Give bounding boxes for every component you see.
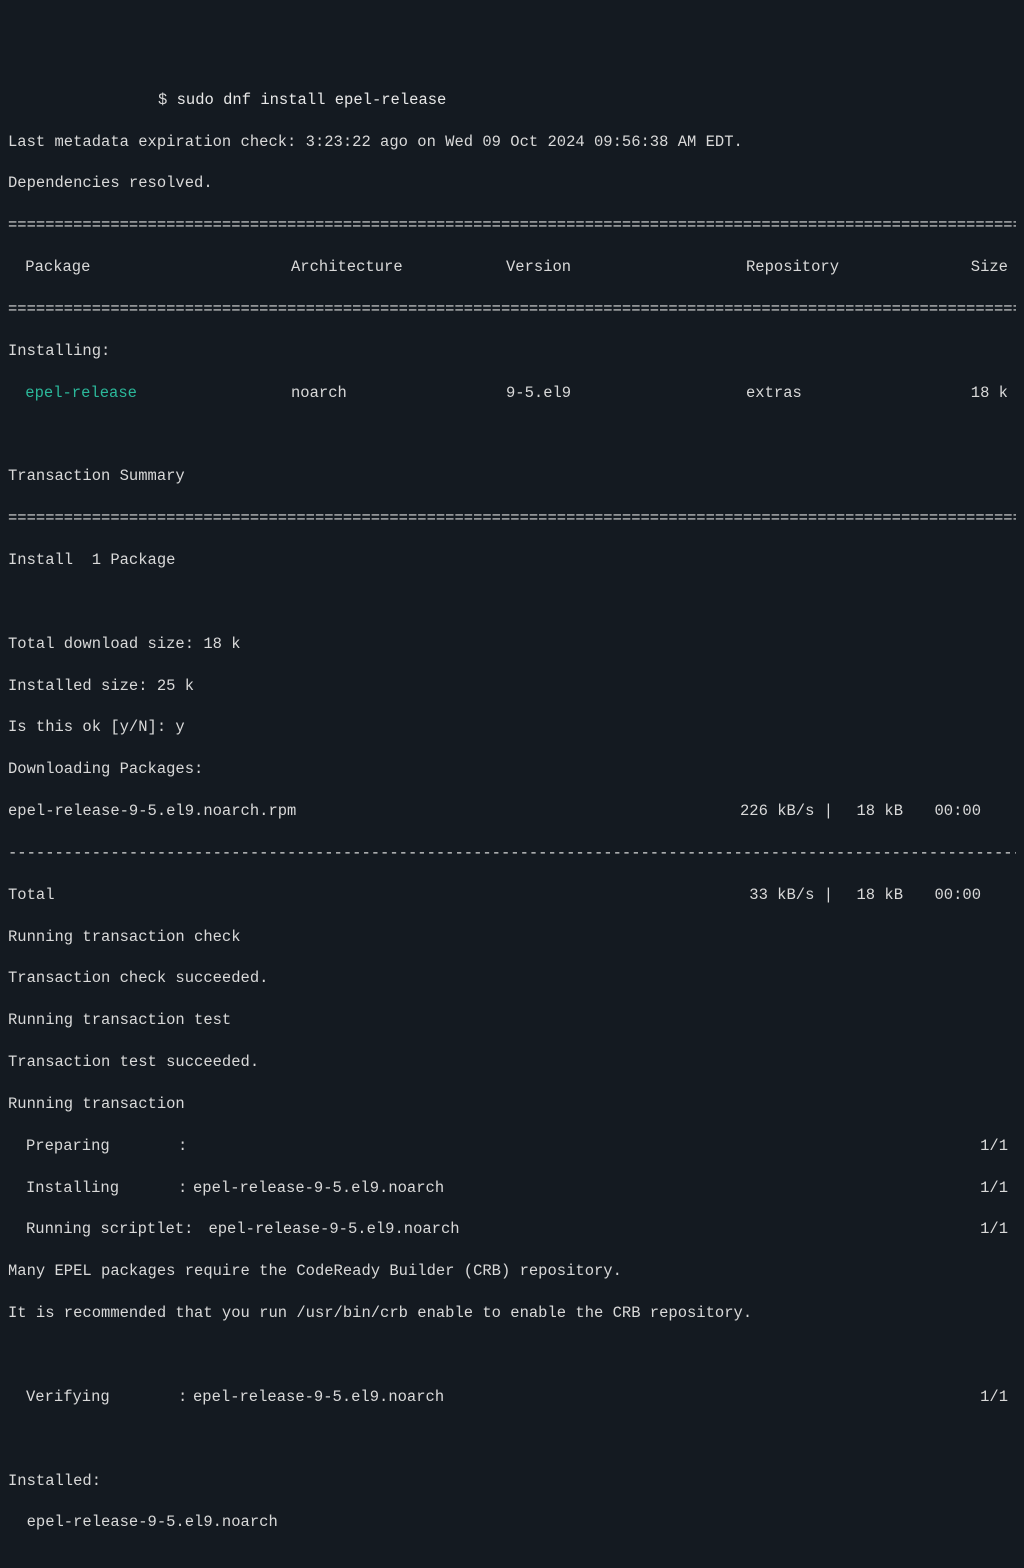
header-version: Version (506, 257, 746, 278)
step-count: 1/1 (976, 1219, 1016, 1240)
package-repo: extras (746, 383, 946, 404)
command-text: sudo dnf install epel-release (177, 91, 447, 109)
installed-pkg: epel-release-9-5.el9.noarch (8, 1512, 1016, 1533)
step-count: 1/1 (976, 1178, 1016, 1199)
header-arch: Architecture (291, 257, 506, 278)
rpm-size: 18 kB (833, 801, 903, 822)
step-count: 1/1 (976, 1387, 1016, 1408)
divider: ----------------------------------------… (8, 843, 1016, 864)
running-trans: Running transaction (8, 1094, 1016, 1115)
crb-msg-1: Many EPEL packages require the CodeReady… (8, 1261, 1016, 1282)
package-version: 9-5.el9 (506, 383, 746, 404)
total-size: 18 kB (833, 885, 903, 906)
blank-line (8, 1554, 1016, 1568)
header-repo: Repository (746, 257, 946, 278)
download-row: epel-release-9-5.el9.noarch.rpm 226 kB/s… (8, 801, 1016, 822)
step-verifying: Verifying : epel-release-9-5.el9.noarch … (8, 1387, 1016, 1408)
header-package: Package (16, 257, 291, 278)
prompt-symbol: $ (158, 91, 177, 109)
confirm-prompt: Is this ok [y/N]: y (8, 717, 1016, 738)
divider: ========================================… (8, 215, 1016, 236)
step-pkg: epel-release-9-5.el9.noarch (208, 1219, 976, 1240)
total-label: Total (8, 885, 728, 906)
step-pkg (193, 1136, 976, 1157)
step-label: Running scriptlet: (8, 1219, 193, 1240)
total-download-size: Total download size: 18 k (8, 634, 1016, 655)
blank-line (8, 1429, 1016, 1450)
installed-label: Installed: (8, 1471, 1016, 1492)
rpm-time: 00:00 (903, 801, 1016, 822)
step-colon: : (178, 1136, 193, 1157)
package-size: 18 k (946, 383, 1008, 404)
step-pkg: epel-release-9-5.el9.noarch (193, 1387, 976, 1408)
total-time: 00:00 (903, 885, 1016, 906)
package-arch: noarch (291, 383, 506, 404)
step-preparing: Preparing : 1/1 (8, 1136, 1016, 1157)
install-count: Install 1 Package (8, 550, 1016, 571)
step-label: Preparing (8, 1136, 178, 1157)
trans-test: Running transaction test (8, 1010, 1016, 1031)
step-label: Verifying (8, 1387, 178, 1408)
divider: ========================================… (8, 508, 1016, 529)
step-label: Installing (8, 1178, 178, 1199)
step-colon: : (178, 1387, 193, 1408)
command-line: $ sudo dnf install epel-release (8, 90, 1016, 111)
package-name: epel-release (16, 383, 291, 404)
step-count: 1/1 (976, 1136, 1016, 1157)
package-row: epel-release noarch 9-5.el9 extras 18 k (8, 383, 1016, 404)
deps-resolved-line: Dependencies resolved. (8, 173, 1016, 194)
blank-line (8, 592, 1016, 613)
total-row: Total 33 kB/s | 18 kB 00:00 (8, 885, 1016, 906)
trans-test-ok: Transaction test succeeded. (8, 1052, 1016, 1073)
step-scriptlet: Running scriptlet: epel-release-9-5.el9.… (8, 1219, 1016, 1240)
rpm-speed: 226 kB/s | (728, 801, 833, 822)
crb-msg-2: It is recommended that you run /usr/bin/… (8, 1303, 1016, 1324)
divider: ========================================… (8, 299, 1016, 320)
trans-check: Running transaction check (8, 927, 1016, 948)
header-size: Size (946, 257, 1008, 278)
transaction-summary-label: Transaction Summary (8, 466, 1016, 487)
total-speed: 33 kB/s | (728, 885, 833, 906)
metadata-line: Last metadata expiration check: 3:23:22 … (8, 132, 1016, 153)
step-installing: Installing : epel-release-9-5.el9.noarch… (8, 1178, 1016, 1199)
table-headers: Package Architecture Version Repository … (8, 257, 1016, 278)
installing-label: Installing: (8, 341, 1016, 362)
step-pkg: epel-release-9-5.el9.noarch (193, 1178, 976, 1199)
rpm-name: epel-release-9-5.el9.noarch.rpm (8, 801, 728, 822)
blank-line (8, 424, 1016, 445)
blank-line (8, 1345, 1016, 1366)
step-colon: : (178, 1178, 193, 1199)
installed-size: Installed size: 25 k (8, 676, 1016, 697)
downloading-label: Downloading Packages: (8, 759, 1016, 780)
trans-check-ok: Transaction check succeeded. (8, 968, 1016, 989)
step-colon (193, 1219, 208, 1240)
